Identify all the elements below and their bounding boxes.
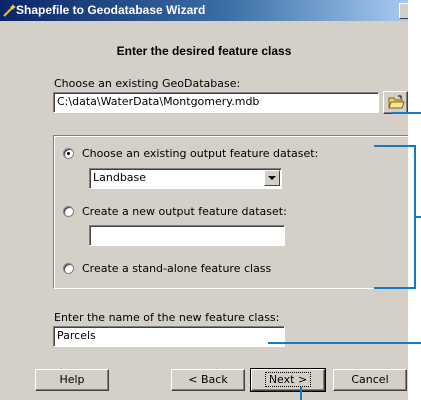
window-title: Shapefile to Geodatabase Wizard — [16, 3, 206, 17]
radio-new-dataset-label: Create a new output feature dataset: — [82, 205, 287, 218]
callout-line-browse — [392, 112, 421, 114]
radio-new-dataset[interactable] — [63, 206, 74, 217]
next-button[interactable]: Next > — [250, 368, 326, 392]
radio-selected-dot — [67, 152, 70, 155]
next-button-label: Next > — [264, 372, 312, 387]
feature-class-name-label: Enter the name of the new feature class: — [54, 311, 280, 324]
callout-bracket-lead — [414, 216, 421, 218]
help-button-label: Help — [59, 373, 85, 386]
callout-bracket-bottom — [374, 287, 416, 289]
back-button[interactable]: < Back — [171, 369, 245, 391]
geodatabase-path-field[interactable]: C:\data\WaterData\Montgomery.mdb — [53, 92, 379, 113]
wizard-dialog: Shapefile to Geodatabase Wizard Enter th… — [0, 0, 408, 400]
feature-dataset-dropdown[interactable]: Landbase — [89, 168, 282, 189]
close-button[interactable] — [399, 3, 408, 19]
callout-bracket-top — [374, 145, 416, 147]
feature-class-name-field[interactable]: Parcels — [53, 326, 285, 347]
radio-standalone[interactable] — [63, 263, 74, 274]
page-heading: Enter the desired feature class — [116, 44, 292, 58]
chevron-down-icon — [268, 176, 276, 180]
callout-line-feature-class — [268, 342, 421, 344]
cancel-button[interactable]: Cancel — [333, 369, 407, 391]
browse-button[interactable] — [383, 91, 408, 114]
feature-dataset-value: Landbase — [93, 171, 147, 184]
help-button[interactable]: Help — [35, 369, 109, 391]
new-dataset-name-field[interactable] — [89, 225, 285, 246]
callout-line-next — [300, 387, 302, 400]
title-bar: Shapefile to Geodatabase Wizard — [0, 0, 408, 21]
open-folder-icon — [388, 95, 405, 113]
radio-standalone-label: Create a stand-alone feature class — [82, 262, 272, 275]
radio-existing-dataset-label: Choose an existing output feature datase… — [82, 147, 319, 160]
geodatabase-label: Choose an existing GeoDatabase: — [54, 77, 241, 90]
radio-existing-dataset[interactable] — [63, 148, 74, 159]
cancel-button-label: Cancel — [351, 373, 389, 386]
dropdown-arrow-button[interactable] — [264, 170, 280, 186]
back-button-label: < Back — [188, 373, 228, 386]
